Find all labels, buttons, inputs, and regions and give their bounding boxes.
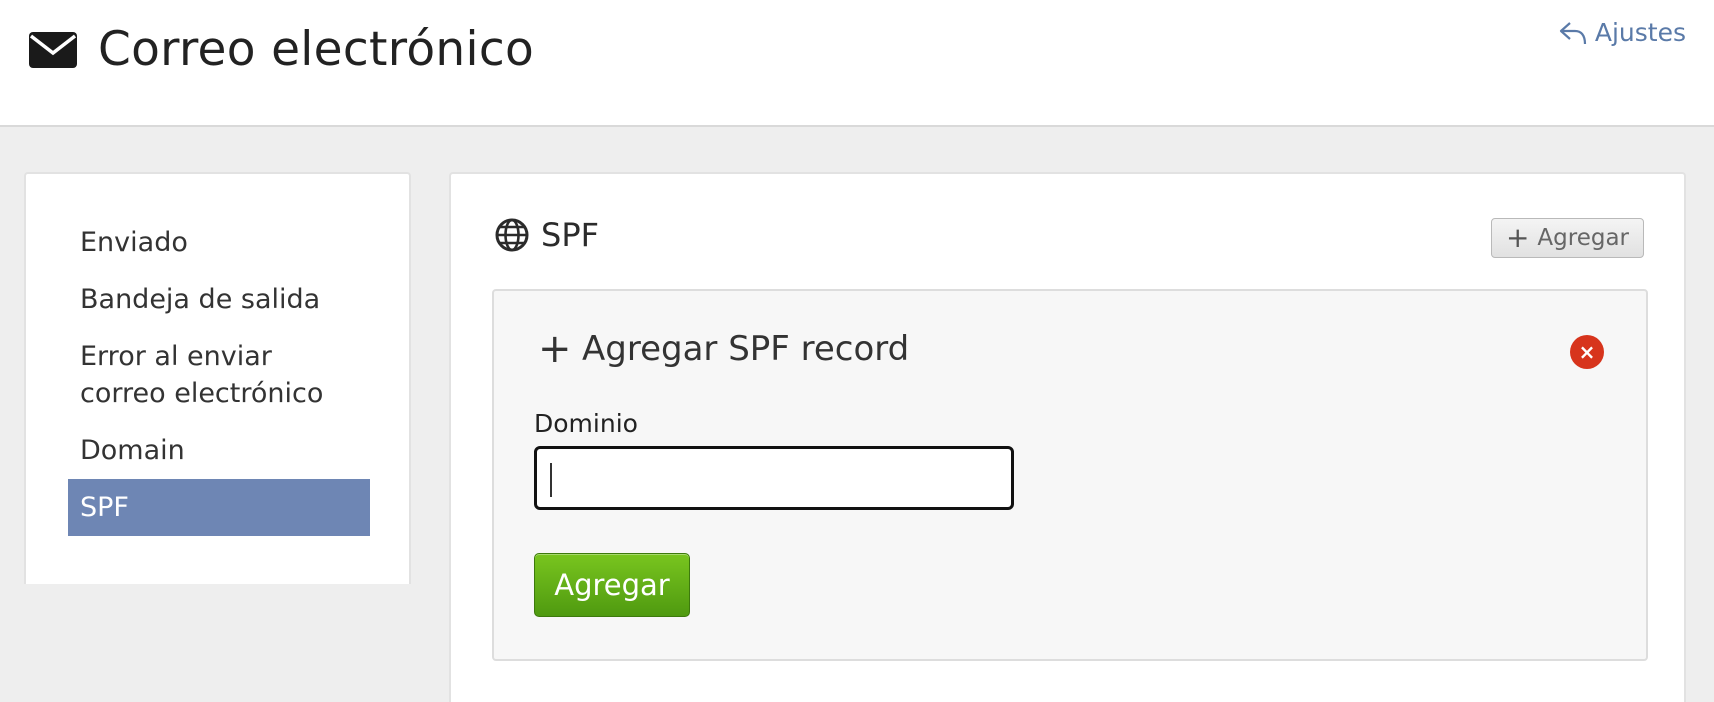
envelope-icon bbox=[28, 30, 78, 70]
text-cursor bbox=[550, 463, 552, 497]
sidebar-item-bandeja-de-salida[interactable]: Bandeja de salida bbox=[68, 271, 370, 328]
form-title: Agregar SPF record bbox=[582, 329, 910, 369]
section-header: SPF bbox=[495, 216, 599, 254]
add-spf-button-label: Agregar bbox=[1537, 225, 1629, 251]
sidebar-item-domain[interactable]: Domain bbox=[68, 422, 370, 479]
settings-link-label: Ajustes bbox=[1594, 18, 1686, 47]
globe-icon bbox=[495, 218, 529, 252]
settings-link[interactable]: Ajustes bbox=[1559, 18, 1686, 47]
add-spf-form: + Agregar SPF record × Dominio Agregar bbox=[492, 289, 1648, 661]
close-icon: × bbox=[1578, 340, 1596, 364]
page-title-group: Correo electrónico bbox=[28, 22, 534, 78]
page-title: Correo electrónico bbox=[98, 22, 535, 77]
sidebar-item-enviado[interactable]: Enviado bbox=[68, 214, 370, 271]
domain-input[interactable] bbox=[534, 446, 1014, 510]
submit-add-button[interactable]: Agregar bbox=[534, 553, 690, 617]
sidebar-item-error-al-enviar[interactable]: Error al enviar correo electrónico bbox=[68, 328, 370, 422]
plus-icon: + bbox=[1505, 221, 1530, 254]
add-spf-button[interactable]: + Agregar bbox=[1490, 218, 1644, 258]
close-form-button[interactable]: × bbox=[1570, 335, 1604, 369]
section-title: SPF bbox=[541, 216, 600, 254]
plus-icon: + bbox=[538, 326, 572, 372]
domain-field-label: Dominio bbox=[534, 409, 638, 438]
page-header: Correo electrónico Ajustes bbox=[0, 0, 1714, 127]
sidebar: Enviado Bandeja de salida Error al envia… bbox=[24, 172, 411, 584]
main-panel: SPF + Agregar + Agregar SPF record × Dom… bbox=[449, 172, 1686, 702]
sidebar-item-spf[interactable]: SPF bbox=[68, 479, 370, 536]
reply-arrow-icon bbox=[1559, 20, 1587, 46]
form-header: + Agregar SPF record bbox=[538, 329, 909, 369]
